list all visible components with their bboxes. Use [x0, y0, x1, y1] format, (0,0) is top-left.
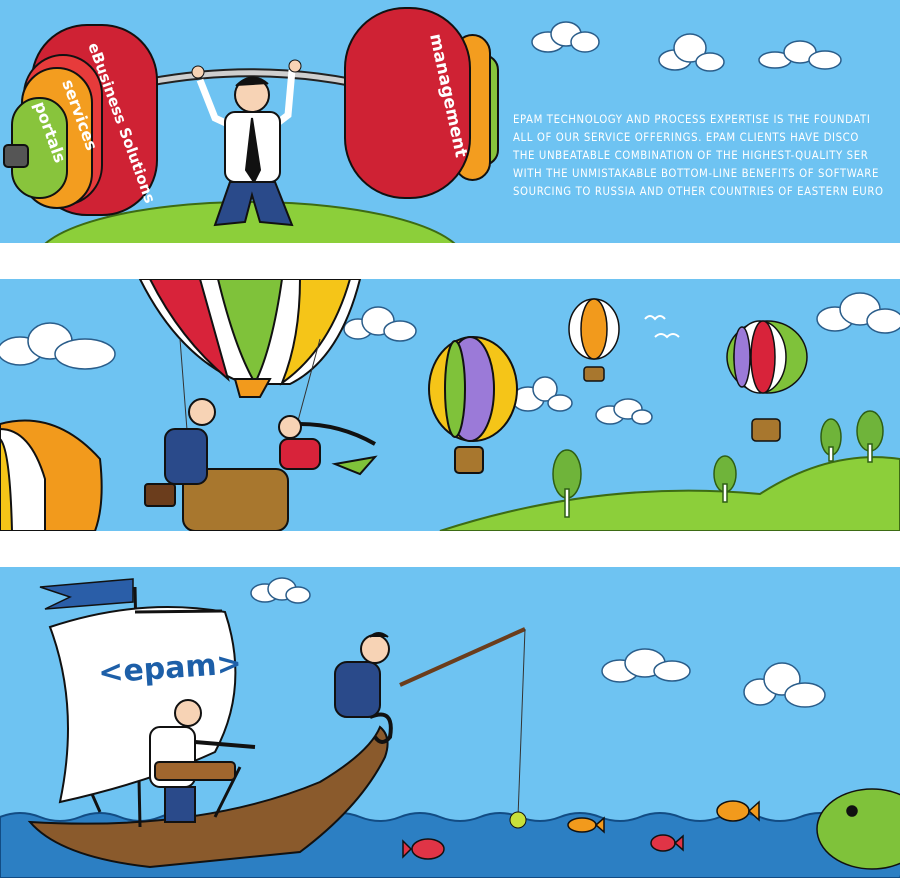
cloud [0, 322, 116, 370]
birds [644, 315, 680, 339]
cloud [816, 292, 900, 334]
cloud [250, 577, 311, 604]
tagline-line: THE UNBEATABLE COMBINATION OF THE HIGHES… [513, 149, 869, 162]
balloon [568, 298, 620, 382]
flag [39, 578, 134, 610]
cloud [758, 40, 842, 70]
weightlifter-man [196, 69, 296, 227]
tagline: EPAM TECHNOLOGY AND PROCESS EXPERTISE IS… [513, 111, 900, 201]
tagline-line: SOURCING TO RUSSIA AND OTHER COUNTRIES O… [513, 185, 884, 198]
balloon [726, 320, 808, 442]
balloon [0, 419, 103, 531]
bobber [509, 811, 527, 829]
cloud [531, 21, 600, 53]
balloon [428, 336, 518, 474]
balloons-illustration [0, 279, 900, 531]
ship-illustration: <epam> [0, 567, 900, 878]
cloud [511, 376, 573, 412]
tagline-line: EPAM TECHNOLOGY AND PROCESS EXPERTISE IS… [513, 113, 871, 126]
cloud [601, 648, 691, 683]
fishing-rod [399, 627, 526, 687]
tagline-line: WITH THE UNMISTAKABLE BOTTOM-LINE BENEFI… [513, 167, 879, 180]
cloud [658, 33, 725, 72]
hills [439, 456, 900, 531]
cloud [343, 306, 417, 342]
cloud [743, 662, 826, 708]
weightlifter-illustration: management eBusiness Solutions services … [0, 0, 900, 243]
tagline-line: ALL OF OUR SERVICE OFFERINGS. EPAM CLIEN… [513, 131, 859, 144]
fishing-line [517, 628, 526, 818]
cloud [595, 398, 653, 425]
right-plate-stack [344, 7, 499, 199]
fisherman [334, 632, 390, 718]
